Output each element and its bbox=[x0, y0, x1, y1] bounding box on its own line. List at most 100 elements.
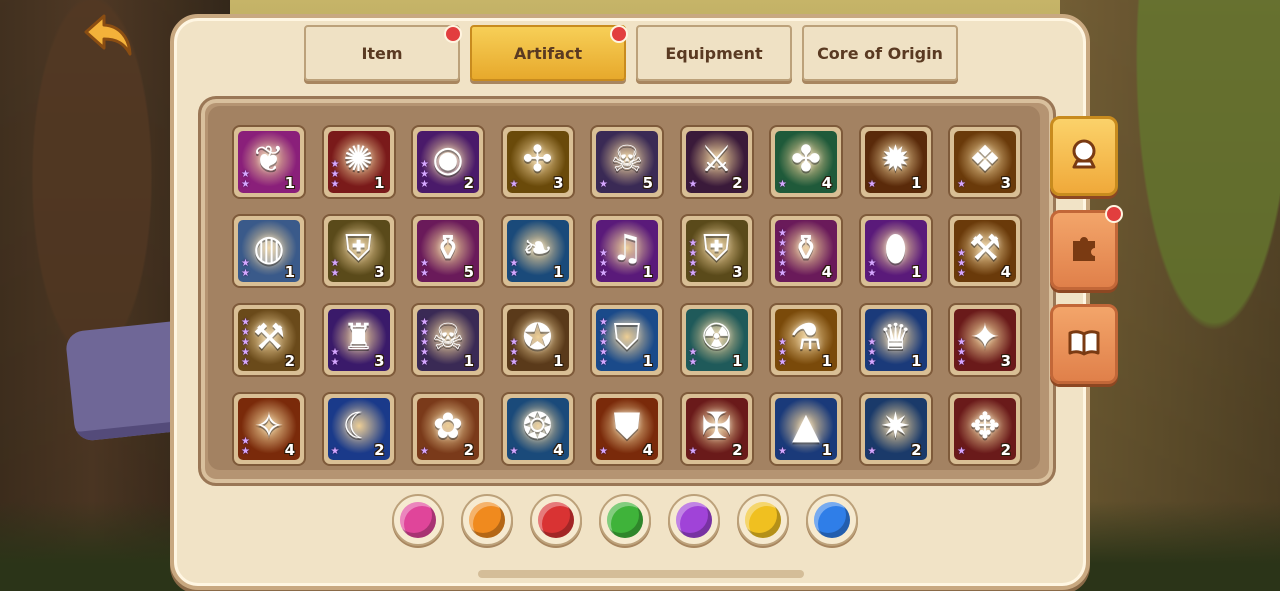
artifact-slot[interactable]: ✷ ★ 2 bbox=[858, 392, 933, 466]
star-rating: ★ ★ ★ ★ ★ bbox=[599, 318, 608, 368]
star-rating: ★ bbox=[599, 447, 608, 457]
green-filter-button[interactable] bbox=[599, 494, 651, 546]
artifact-slot[interactable]: ✤ ★ 4 bbox=[769, 125, 843, 199]
star-icon: ★ bbox=[509, 446, 519, 457]
star-icon: ★ bbox=[957, 446, 966, 457]
tab-artifact[interactable]: Artifact bbox=[470, 25, 628, 81]
artifact-slot[interactable]: ✥ ★ 2 bbox=[948, 392, 1022, 466]
star-icon: ★ bbox=[867, 446, 877, 457]
star-rating: ★ ★ bbox=[241, 170, 250, 190]
side-tab-book[interactable] bbox=[1050, 304, 1118, 384]
star-rating: ★ bbox=[331, 447, 340, 457]
artifact-slot[interactable]: ⚱ ★ ★ 5 bbox=[411, 214, 485, 288]
artifact-slot[interactable]: ☠ ★ ★ ★ ★ ★ 1 bbox=[411, 303, 485, 377]
skull-axe-icon: ⚒ ★ ★ ★ ★ ★ 2 bbox=[238, 309, 300, 371]
dark-blade-icon: ⚔ ★ 2 bbox=[685, 131, 748, 193]
artifact-slot[interactable]: ☾ ★ 2 bbox=[321, 392, 396, 466]
artifact-slot[interactable]: ⛨ ★ ★ 3 bbox=[321, 214, 396, 288]
pink-filter-button[interactable] bbox=[392, 494, 444, 546]
scrollbar[interactable] bbox=[478, 570, 804, 578]
artifact-slot[interactable]: ⛉ ★ ★ ★ ★ ★ 1 bbox=[590, 303, 664, 377]
yellow-filter-button[interactable] bbox=[737, 494, 789, 546]
artifact-slot[interactable]: ⛨ ★ ★ ★ ★ 3 bbox=[679, 214, 754, 288]
artifact-slot[interactable]: ⚔ ★ 2 bbox=[679, 125, 754, 199]
artifact-slot[interactable]: ❦ ★ ★ 1 bbox=[232, 125, 306, 199]
artifact-slot[interactable]: ✣ ★ 3 bbox=[500, 125, 575, 199]
artifact-slot[interactable]: ☢ ★ ★ 1 bbox=[679, 303, 754, 377]
music-cube-icon: ♫ ★ ★ ★ 1 bbox=[596, 220, 658, 282]
fire-axe-icon: ✠ ★ 2 bbox=[685, 398, 748, 460]
artifact-slot[interactable]: ⚱ ★ ★ ★ ★ ★ 4 bbox=[769, 214, 843, 288]
item-count: 2 bbox=[284, 352, 295, 370]
artifact-slot[interactable]: ❂ ★ 4 bbox=[500, 392, 575, 466]
artifact-slot[interactable]: ♛ ★ ★ ★ 1 bbox=[858, 303, 933, 377]
item-count: 1 bbox=[821, 441, 832, 459]
star-rating: ★ ★ ★ bbox=[868, 338, 877, 368]
star-icon: ★ bbox=[420, 179, 429, 190]
item-count: 3 bbox=[1000, 174, 1011, 192]
blue-filter-button[interactable] bbox=[806, 494, 858, 546]
magic-potion-icon: ⚱ ★ ★ ★ ★ ★ 4 bbox=[775, 220, 837, 282]
artifact-slot[interactable]: ✺ ★ ★ ★ 1 bbox=[321, 125, 396, 199]
orange-filter-button[interactable] bbox=[461, 494, 513, 546]
item-count: 1 bbox=[553, 352, 564, 370]
ice-shard-icon: ✷ ★ 2 bbox=[864, 398, 927, 460]
artifact-slot[interactable]: ◉ ★ ★ ★ 2 bbox=[411, 125, 485, 199]
star-rating: ★ ★ ★ bbox=[510, 338, 519, 368]
artifact-slot[interactable]: ⛊ ★ 4 bbox=[590, 392, 664, 466]
star-rating: ★ bbox=[599, 180, 608, 190]
star-rating: ★ ★ ★ bbox=[957, 249, 966, 279]
artifact-slot[interactable]: ☠ ★ 5 bbox=[590, 125, 664, 199]
tab-core-of-origin[interactable]: Core of Origin bbox=[802, 25, 958, 81]
artifact-slot[interactable]: ✧ ★ ★ 4 bbox=[232, 392, 306, 466]
artifact-slot[interactable]: ✦ ★ ★ ★ 3 bbox=[948, 303, 1022, 377]
artifact-slot[interactable]: ✹ ★ 1 bbox=[858, 125, 933, 199]
star-rating: ★ ★ ★ bbox=[957, 338, 966, 368]
artifact-slot[interactable]: ✠ ★ 2 bbox=[679, 392, 754, 466]
artifact-slot[interactable]: ⚗ ★ ★ ★ 1 bbox=[769, 303, 843, 377]
purple-filter-button[interactable] bbox=[668, 494, 720, 546]
side-tab-puzzle[interactable] bbox=[1050, 205, 1123, 290]
item-count: 1 bbox=[553, 263, 564, 281]
item-count: 3 bbox=[732, 263, 743, 281]
artifact-slot[interactable]: ✿ ★ 2 bbox=[411, 392, 485, 466]
notification-dot bbox=[444, 25, 462, 43]
artifact-slot[interactable]: ⬮ ★ ★ 1 bbox=[858, 214, 933, 288]
artifact-slot[interactable]: ❧ ★ ★ 1 bbox=[500, 214, 575, 288]
star-rating: ★ bbox=[510, 180, 519, 190]
artifact-slot[interactable]: ⚒ ★ ★ ★ ★ ★ 2 bbox=[232, 303, 306, 377]
tab-equipment[interactable]: Equipment bbox=[636, 25, 792, 81]
item-count: 1 bbox=[911, 352, 922, 370]
tab-item[interactable]: Item bbox=[304, 25, 462, 81]
star-icon: ★ bbox=[688, 357, 698, 368]
star-icon: ★ bbox=[241, 446, 250, 457]
back-arrow-icon[interactable] bbox=[82, 12, 134, 58]
star-icon: ★ bbox=[867, 357, 877, 368]
item-count: 1 bbox=[642, 263, 653, 281]
red-filter-button[interactable] bbox=[530, 494, 582, 546]
star-icon: ★ bbox=[330, 357, 340, 368]
blue-shield-icon: ⛉ ★ ★ ★ ★ ★ 1 bbox=[596, 309, 658, 371]
star-icon: ★ bbox=[957, 179, 966, 190]
star-icon: ★ bbox=[957, 268, 966, 279]
artifact-slot[interactable]: ❖ ★ 3 bbox=[948, 125, 1022, 199]
item-count: 2 bbox=[732, 174, 743, 192]
artifact-slot[interactable]: ◍ ★ ★ 1 bbox=[232, 214, 306, 288]
artifact-slot[interactable]: ▲ ★ 1 bbox=[769, 392, 843, 466]
artifact-slot[interactable]: ✪ ★ ★ ★ 1 bbox=[500, 303, 575, 377]
artifact-slot[interactable]: ♫ ★ ★ ★ 1 bbox=[590, 214, 664, 288]
winged-helm-icon: ♛ ★ ★ ★ 1 bbox=[864, 309, 927, 371]
side-tab-crystal-ball[interactable] bbox=[1050, 116, 1118, 196]
emerald-ring-icon: ❂ ★ 4 bbox=[506, 398, 569, 460]
star-icon: ★ bbox=[241, 268, 250, 279]
red-filter-orb-icon bbox=[538, 502, 574, 538]
star-icon: ★ bbox=[599, 268, 608, 279]
star-icon: ★ bbox=[867, 179, 877, 190]
witch-hat-icon: ▲ ★ 1 bbox=[775, 398, 837, 460]
star-rating: ★ ★ ★ bbox=[331, 160, 340, 190]
star-rating: ★ ★ bbox=[241, 437, 250, 457]
star-icon: ★ bbox=[330, 268, 340, 279]
artifact-slot[interactable]: ♜ ★ ★ 3 bbox=[321, 303, 396, 377]
artifact-slot[interactable]: ⚒ ★ ★ ★ 4 bbox=[948, 214, 1022, 288]
star-icon: ★ bbox=[957, 357, 966, 368]
